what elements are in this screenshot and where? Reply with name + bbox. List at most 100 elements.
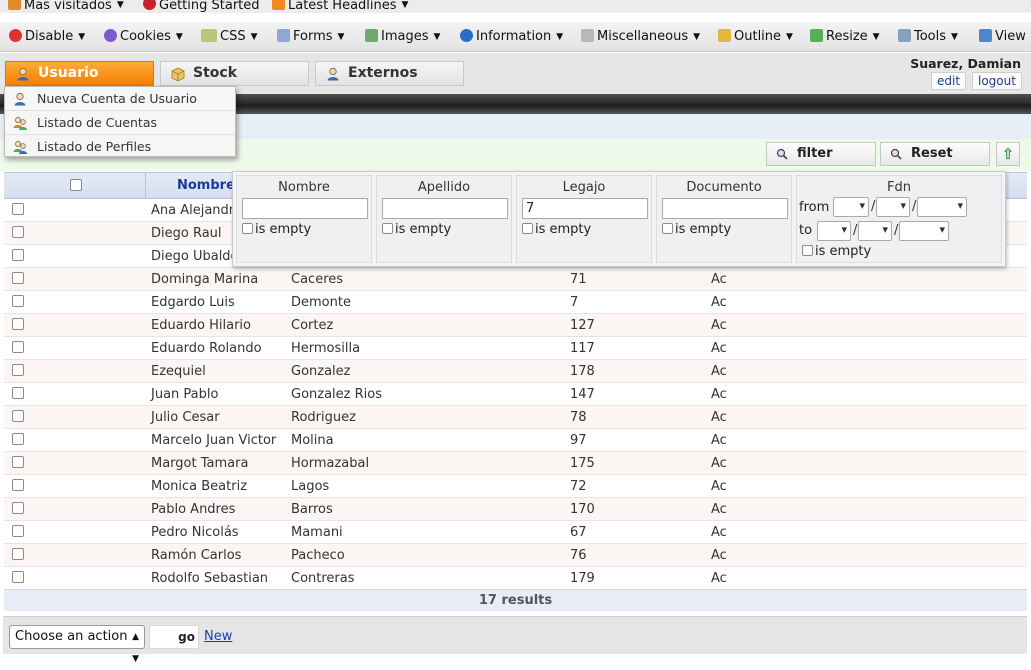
disable-icon [9, 29, 22, 42]
table-row[interactable]: Edgardo Luis Demonte 7 Ac [4, 291, 1027, 314]
row-select-checkbox[interactable] [12, 456, 24, 468]
tab-externos[interactable]: Externos [315, 61, 464, 86]
filter-legajo-empty[interactable]: is empty [522, 222, 591, 237]
filter-button[interactable]: filter [766, 142, 876, 166]
bookmark-getting-started[interactable]: Getting Started [143, 0, 260, 13]
cell-documento: Ac [711, 364, 727, 379]
tab-usuario[interactable]: Usuario [5, 61, 154, 86]
fdn-to-month-select[interactable] [858, 221, 892, 241]
row-select-checkbox[interactable] [12, 295, 24, 307]
cell-legajo: 117 [570, 341, 595, 356]
row-select-checkbox[interactable] [12, 226, 24, 238]
row-select-checkbox[interactable] [12, 571, 24, 583]
is-empty-checkbox[interactable] [522, 223, 533, 234]
filter-fdn-empty[interactable]: is empty [802, 244, 871, 259]
is-empty-checkbox[interactable] [382, 223, 393, 234]
tools-icon [898, 29, 911, 42]
table-row[interactable]: Ramón Carlos Pacheco 76 Ac [4, 544, 1027, 567]
cell-apellido: Gonzalez Rios [291, 387, 382, 402]
cell-nombre: Eduardo Hilario [151, 318, 252, 333]
filter-legajo-input[interactable]: 7 [522, 198, 648, 219]
devbar-tools[interactable]: Tools ▼ [898, 29, 958, 44]
menu-item-listado-perfiles[interactable]: Listado de Perfiles [5, 135, 235, 159]
devbar-view[interactable]: View [979, 29, 1026, 44]
cell-documento: Ac [711, 479, 727, 494]
cell-apellido: Cortez [291, 318, 334, 333]
row-select-checkbox[interactable] [12, 410, 24, 422]
row-select-checkbox[interactable] [12, 203, 24, 215]
select-all-checkbox[interactable] [70, 179, 82, 191]
devbar-information[interactable]: Information ▼ [460, 29, 563, 44]
action-select[interactable]: Choose an action ▲ ▼ [9, 625, 145, 664]
table-row[interactable]: Rodolfo Sebastian Contreras 179 Ac [4, 567, 1027, 590]
devbar-css[interactable]: CSS ▼ [201, 29, 258, 44]
table-row[interactable]: Julio Cesar Rodriguez 78 Ac [4, 406, 1027, 429]
user-name: Suarez, Damian [910, 56, 1021, 71]
fdn-from-month-select[interactable] [876, 197, 910, 217]
filter-documento: Documento is empty [656, 175, 792, 263]
devbar-miscellaneous[interactable]: Miscellaneous ▼ [581, 29, 700, 44]
reset-button[interactable]: Reset [880, 142, 990, 166]
bookmark-mas-visitados[interactable]: Mas visitados ▼ [8, 0, 124, 13]
devbar-outline[interactable]: Outline ▼ [718, 29, 793, 44]
cell-apellido: Caceres [291, 272, 344, 287]
row-select-checkbox[interactable] [12, 525, 24, 537]
row-select-checkbox[interactable] [12, 272, 24, 284]
table-row[interactable]: Ezequiel Gonzalez 178 Ac [4, 360, 1027, 383]
new-link[interactable]: New [204, 629, 232, 644]
row-select-checkbox[interactable] [12, 341, 24, 353]
is-empty-checkbox[interactable] [662, 223, 673, 234]
fdn-from-day-select[interactable] [833, 197, 869, 217]
row-select-checkbox[interactable] [12, 364, 24, 376]
row-select-checkbox[interactable] [12, 318, 24, 330]
is-empty-checkbox[interactable] [802, 245, 813, 256]
devbar-images[interactable]: Images ▼ [365, 29, 440, 44]
filter-nombre-empty[interactable]: is empty [242, 222, 311, 237]
table-row[interactable]: Pablo Andres Barros 170 Ac [4, 498, 1027, 521]
fdn-to-year-select[interactable] [899, 221, 949, 241]
row-select-checkbox[interactable] [12, 502, 24, 514]
row-select-checkbox[interactable] [12, 387, 24, 399]
table-row[interactable]: Margot Tamara Hormazabal 175 Ac [4, 452, 1027, 475]
devbar-cookies[interactable]: Cookies ▼ [104, 29, 183, 44]
logout-link[interactable]: logout [972, 72, 1022, 90]
row-select-checkbox[interactable] [12, 548, 24, 560]
is-empty-checkbox[interactable] [242, 223, 253, 234]
fdn-from-year-select[interactable] [917, 197, 967, 217]
miscellaneous-icon [581, 29, 594, 42]
menu-item-listado-cuentas[interactable]: Listado de Cuentas [5, 111, 235, 135]
table-row[interactable]: Juan Pablo Gonzalez Rios 147 Ac [4, 383, 1027, 406]
scroll-up-button[interactable]: ⇧ [996, 142, 1020, 166]
tab-stock[interactable]: Stock [160, 61, 309, 86]
fdn-to-day-select[interactable] [817, 221, 851, 241]
new-user-icon [14, 92, 26, 106]
filter-documento-empty[interactable]: is empty [662, 222, 731, 237]
user-icon [17, 67, 29, 81]
go-button[interactable]: go [149, 625, 199, 649]
devbar-resize[interactable]: Resize ▼ [810, 29, 880, 44]
column-header-nombre[interactable]: Nombre [177, 178, 235, 193]
filter-documento-input[interactable] [662, 198, 788, 219]
menu-item-nueva-cuenta[interactable]: Nueva Cuenta de Usuario [5, 87, 235, 111]
row-select-checkbox[interactable] [12, 249, 24, 261]
most-visited-icon [8, 0, 21, 10]
row-select-checkbox[interactable] [12, 479, 24, 491]
row-select-checkbox[interactable] [12, 433, 24, 445]
table-row[interactable]: Marcelo Juan Victor Molina 97 Ac [4, 429, 1027, 452]
edit-link[interactable]: edit [931, 72, 967, 90]
web-developer-toolbar: Disable ▼ Cookies ▼ CSS ▼ Forms ▼ Images ▼ In… [0, 22, 1031, 52]
devbar-disable[interactable]: Disable ▼ [9, 29, 85, 44]
filter-apellido-empty[interactable]: is empty [382, 222, 451, 237]
filter-documento-label: Documento [686, 180, 762, 195]
table-row[interactable]: Eduardo Hilario Cortez 127 Ac [4, 314, 1027, 337]
table-row[interactable]: Monica Beatriz Lagos 72 Ac [4, 475, 1027, 498]
devbar-forms[interactable]: Forms ▼ [277, 29, 344, 44]
table-row[interactable]: Eduardo Rolando Hermosilla 117 Ac [4, 337, 1027, 360]
table-row[interactable]: Pedro Nicolás Mamani 67 Ac [4, 521, 1027, 544]
filter-nombre-input[interactable] [242, 198, 368, 219]
filter-apellido-input[interactable] [382, 198, 508, 219]
updown-arrows-icon: ▲ ▼ [132, 632, 139, 664]
table-row[interactable]: Dominga Marina Caceres 71 Ac [4, 268, 1027, 291]
bookmark-latest-headlines[interactable]: Latest Headlines ▼ [272, 0, 408, 13]
cell-legajo: 170 [570, 502, 595, 517]
